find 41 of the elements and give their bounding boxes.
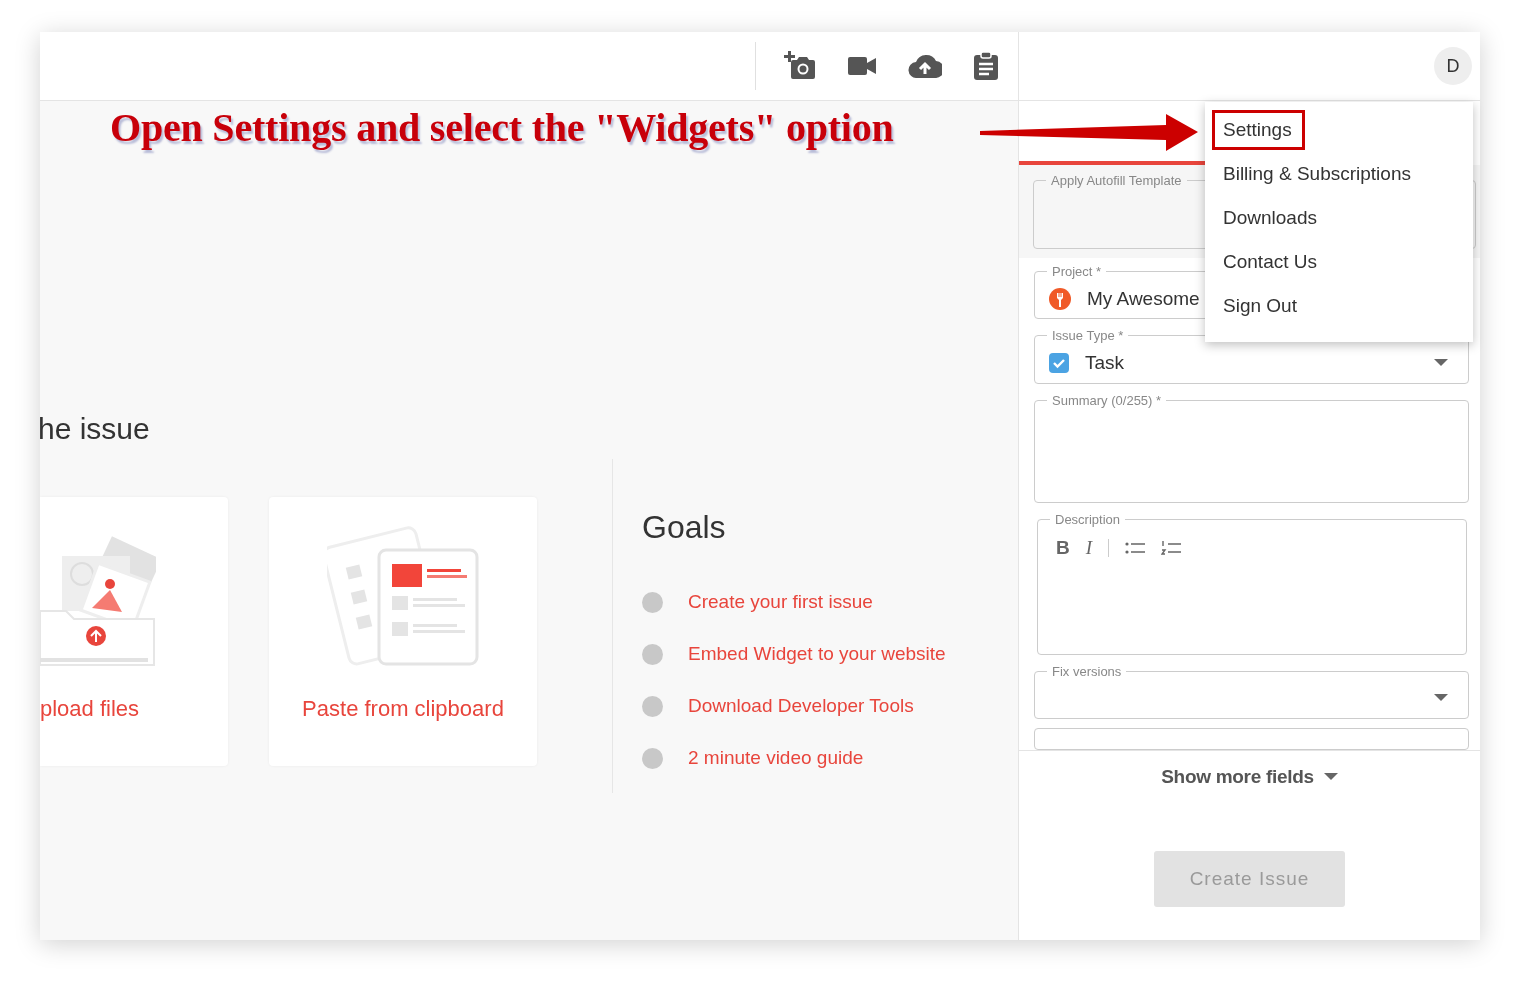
field-value: My Awesome: [1087, 287, 1200, 310]
goal-dot: [642, 591, 663, 613]
goals-title: Goals: [642, 509, 727, 546]
menu-item[interactable]: Billing & Subscriptions: [1212, 154, 1424, 194]
paste-clipboard-card[interactable]: Paste from clipboard: [269, 497, 537, 766]
annotation-text: Open Settings and select the "Widgets" option: [110, 104, 894, 151]
menu-item[interactable]: Sign Out: [1212, 286, 1310, 326]
section-heading: he issue: [40, 411, 151, 447]
dropdown-caret-icon: [1434, 359, 1448, 367]
field-label: Issue Type *: [1051, 328, 1125, 344]
goal-link[interactable]: 2 minute video guide: [688, 747, 864, 769]
labels-field[interactable]: [1034, 728, 1469, 750]
goal-link[interactable]: Download Developer Tools: [688, 695, 914, 717]
menu-item[interactable]: Downloads: [1212, 198, 1330, 238]
add-photo-icon[interactable]: [784, 51, 816, 81]
field-label: Summary (0/255) *: [1051, 392, 1163, 408]
goal-dot: [642, 643, 663, 665]
menu-item[interactable]: Settings: [1212, 110, 1305, 150]
project-icon: [1049, 287, 1071, 310]
goal-dot: [642, 747, 663, 769]
user-avatar[interactable]: D: [1434, 47, 1472, 85]
field-value: Task: [1085, 352, 1125, 374]
numbered-list-icon[interactable]: [1161, 539, 1182, 556]
cloud-upload-icon[interactable]: [908, 54, 942, 78]
show-more-fields-button[interactable]: Show more fields: [1155, 765, 1344, 789]
dropdown-caret-icon: [1434, 694, 1448, 703]
caret-icon: [1323, 773, 1338, 781]
field-label: Apply Autofill Template: [1050, 173, 1183, 188]
field-label: Project *: [1051, 264, 1103, 279]
goal-link[interactable]: Create your first issue: [688, 591, 873, 613]
goal-link[interactable]: Embed Widget to your website: [688, 643, 946, 665]
task-icon: [1049, 353, 1069, 373]
clipboard-icon[interactable]: [974, 52, 998, 80]
field-label: Description: [1054, 511, 1122, 527]
video-camera-icon[interactable]: [848, 57, 876, 75]
italic-button[interactable]: I: [1085, 536, 1093, 559]
menu-item[interactable]: Contact Us: [1212, 242, 1330, 282]
upload-files-card[interactable]: pload files: [40, 497, 228, 766]
goal-dot: [642, 695, 663, 717]
field-label: Fix versions: [1051, 663, 1123, 679]
bold-button[interactable]: B: [1056, 536, 1070, 559]
